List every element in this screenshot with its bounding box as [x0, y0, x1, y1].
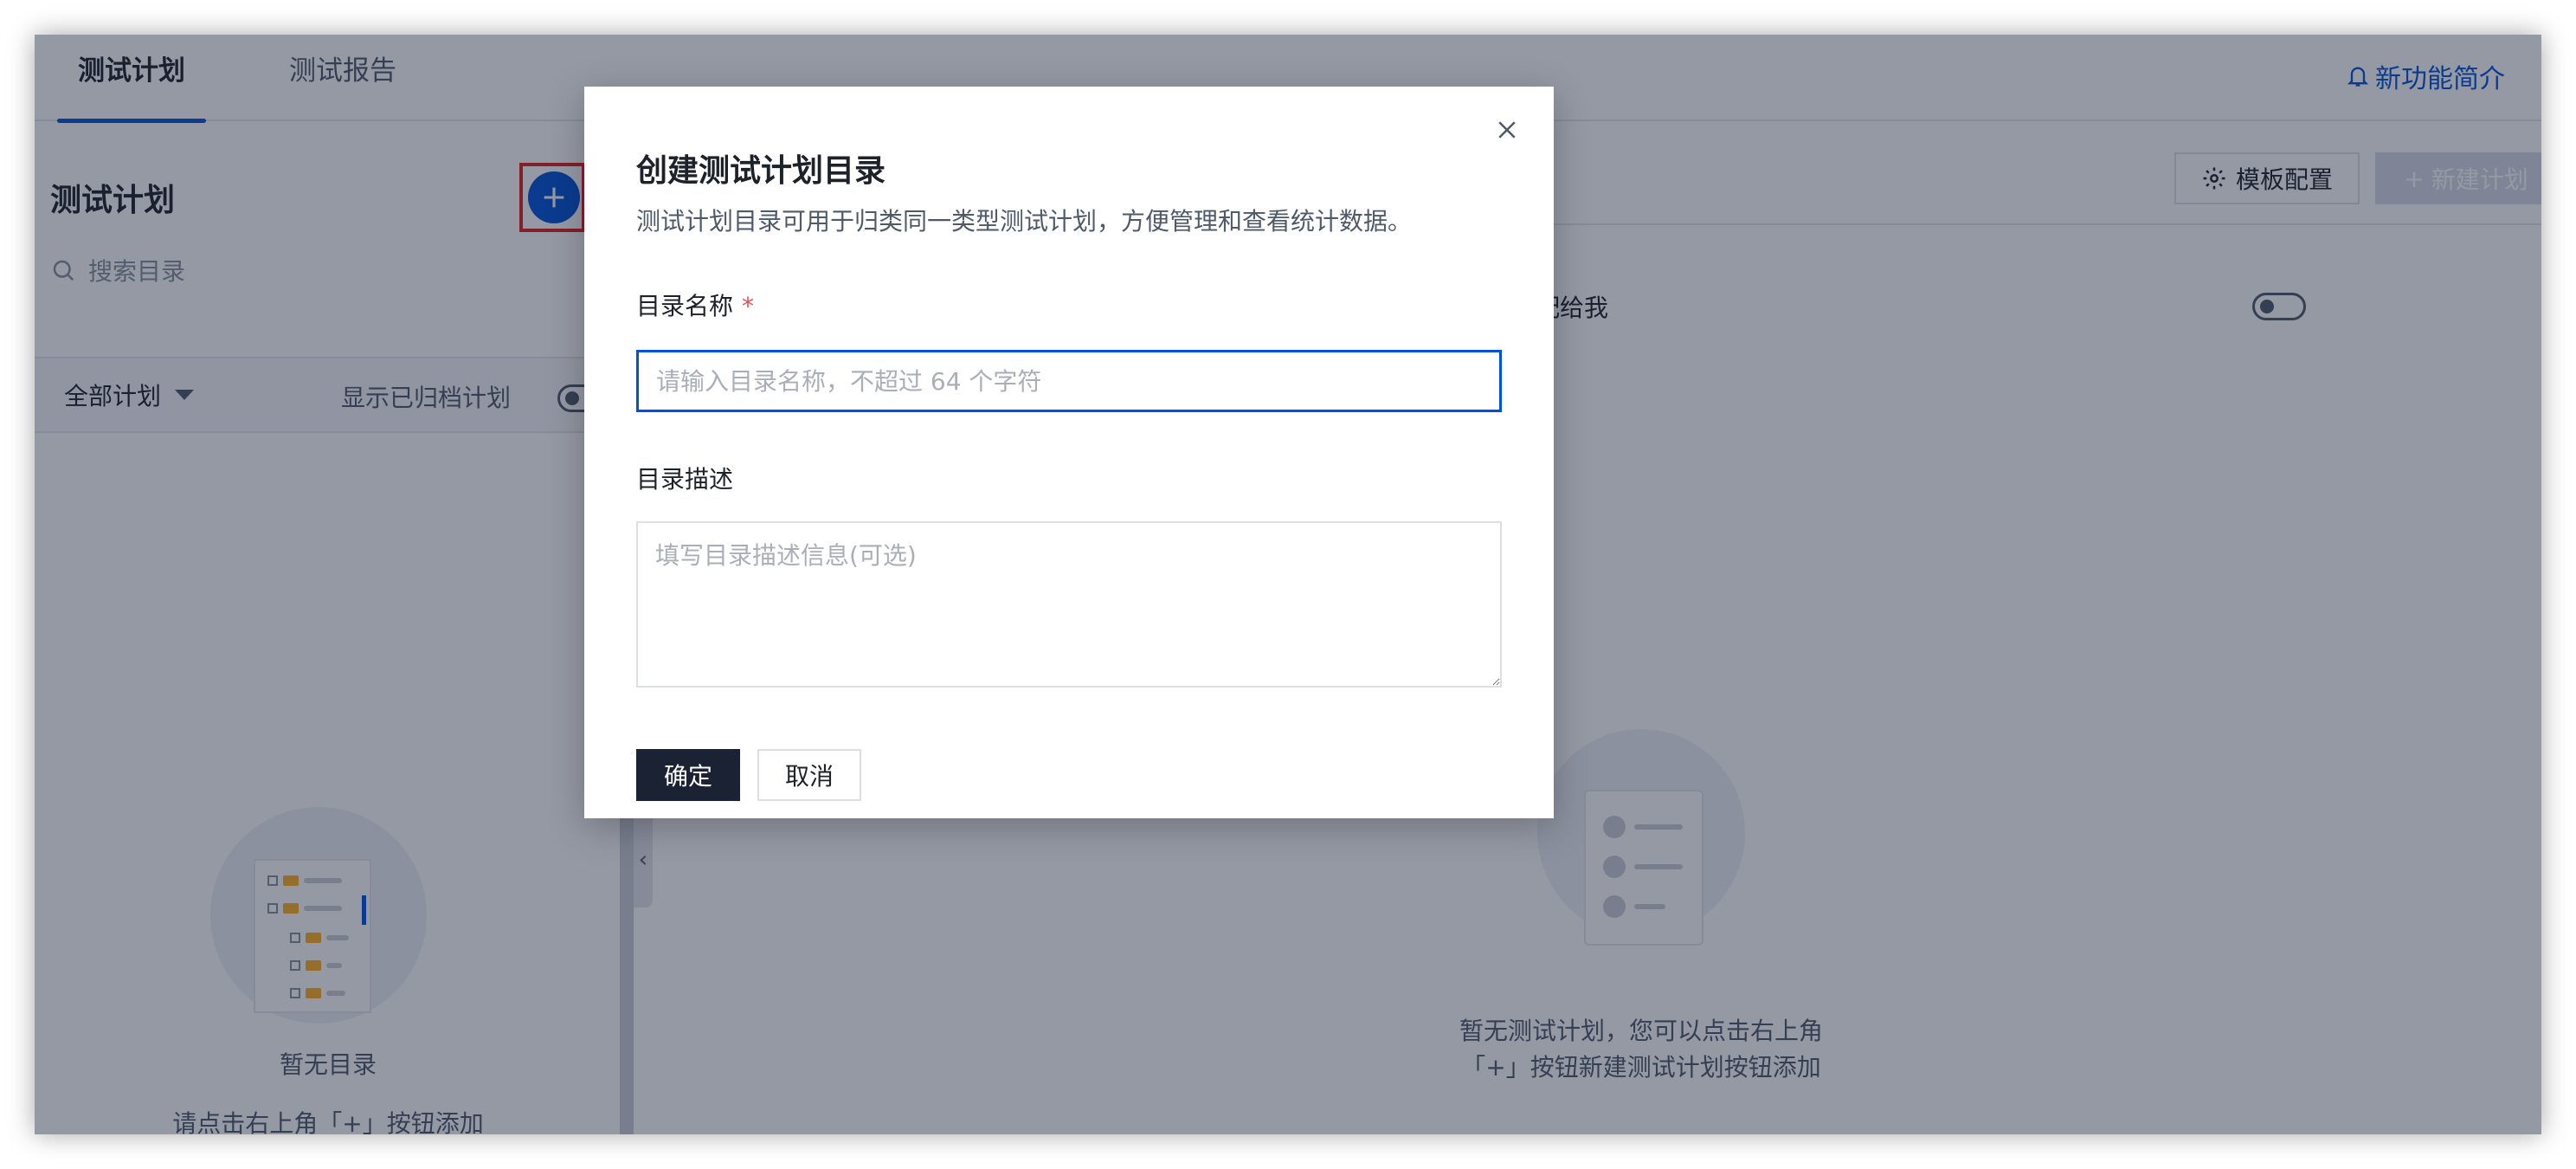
name-label-text: 目录名称	[636, 292, 734, 320]
confirm-button[interactable]: 确定	[636, 749, 740, 801]
close-icon	[1498, 121, 1516, 139]
dialog-title: 创建测试计划目录	[636, 153, 886, 189]
cancel-button[interactable]: 取消	[757, 749, 861, 801]
required-mark: *	[742, 292, 755, 320]
name-field-label: 目录名称 *	[636, 287, 754, 322]
directory-name-input[interactable]	[636, 350, 1502, 412]
directory-description-input[interactable]	[636, 521, 1502, 688]
create-directory-dialog: 创建测试计划目录 测试计划目录可用于归类同一类型测试计划，方便管理和查看统计数据…	[584, 87, 1554, 818]
app-window: 测试计划 测试报告 新功能简介 测试计划 搜索目录 全部计划 显示已归档计划 暂…	[35, 35, 2541, 1134]
desc-field-label: 目录描述	[636, 465, 734, 494]
close-button[interactable]	[1490, 113, 1524, 147]
dialog-description: 测试计划目录可用于归类同一类型测试计划，方便管理和查看统计数据。	[636, 207, 1413, 236]
